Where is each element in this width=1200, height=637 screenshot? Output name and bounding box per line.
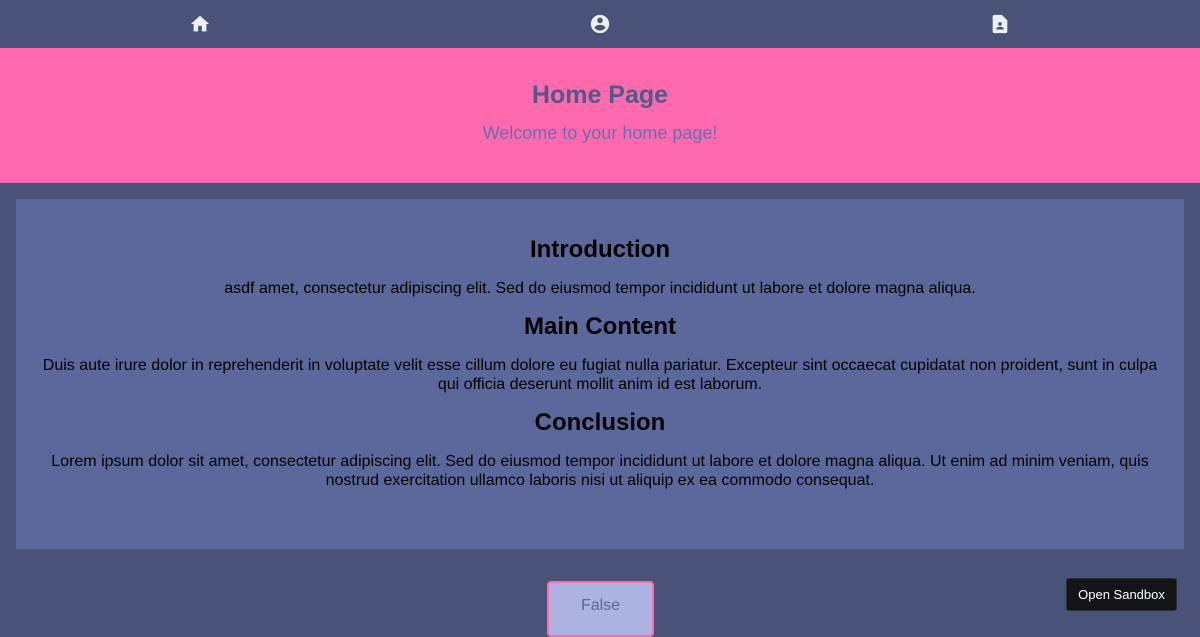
boolean-toggle-button[interactable]: False — [547, 581, 654, 637]
section-text: asdf amet, consectetur adipiscing elit. … — [224, 280, 976, 297]
nav-contact[interactable] — [800, 0, 1200, 48]
contact-page-icon — [992, 14, 1008, 34]
nav-home[interactable] — [0, 0, 400, 48]
section-text: Duis aute irure dolor in reprehenderit i… — [42, 357, 1158, 393]
nav-profile[interactable] — [400, 0, 800, 48]
home-icon — [190, 15, 210, 32]
page-subtitle: Welcome to your home page! — [482, 123, 718, 143]
section-main-content: Main Content Duis aute irure dolor in re… — [36, 312, 1164, 394]
content-panel: Introduction asdf amet, consectetur adip… — [16, 199, 1184, 549]
page-title: Home Page — [531, 81, 669, 109]
section-heading: Main Content — [524, 313, 676, 340]
hero-banner: Home Page Welcome to your home page! — [0, 48, 1200, 183]
section-introduction: Introduction asdf amet, consectetur adip… — [36, 235, 1164, 298]
section-heading: Introduction — [530, 236, 670, 263]
section-text: Lorem ipsum dolor sit amet, consectetur … — [51, 453, 1149, 489]
section-conclusion: Conclusion Lorem ipsum dolor sit amet, c… — [36, 408, 1164, 490]
account-circle-icon — [590, 14, 610, 34]
top-navbar — [0, 0, 1200, 48]
section-heading: Conclusion — [534, 409, 666, 436]
open-sandbox-button[interactable]: Open Sandbox — [1066, 578, 1177, 611]
